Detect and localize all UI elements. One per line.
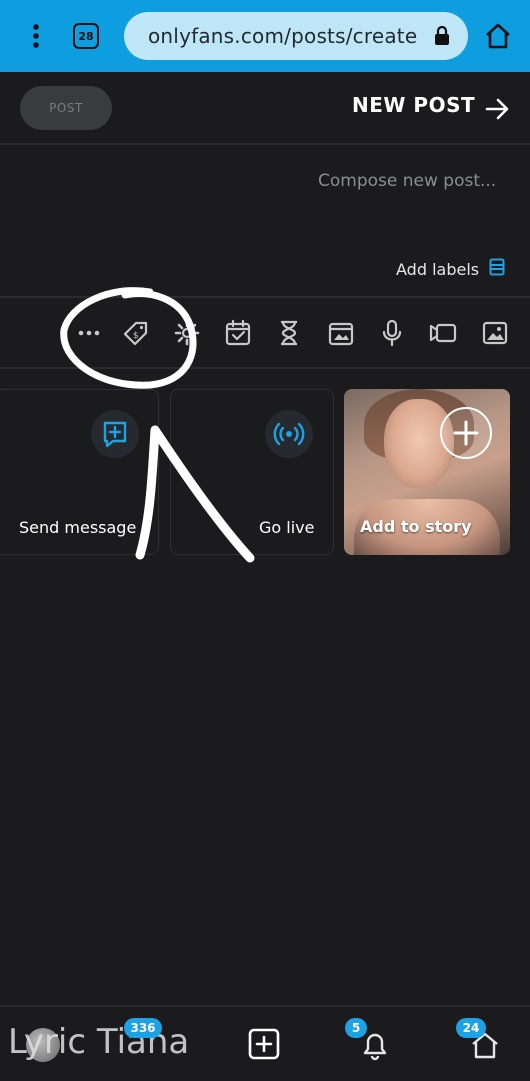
home-badge: 24 xyxy=(456,1018,486,1038)
send-message-card[interactable]: Send message xyxy=(0,389,159,555)
notifications-badge: 5 xyxy=(345,1018,367,1038)
add-to-story-label: Add to story xyxy=(360,517,472,536)
calendar-icon[interactable] xyxy=(223,318,253,348)
toolbar-top-divider xyxy=(0,296,530,298)
new-post-icon[interactable] xyxy=(246,1026,282,1062)
hourglass-icon[interactable] xyxy=(274,318,304,348)
gallery-icon[interactable] xyxy=(326,318,356,348)
tab-switcher-icon[interactable]: 28 xyxy=(73,23,99,49)
add-labels-button[interactable]: Add labels xyxy=(396,258,505,280)
microphone-icon[interactable] xyxy=(377,318,407,348)
more-icon[interactable] xyxy=(74,318,104,348)
page-title: NEW POST xyxy=(352,93,476,117)
header-divider xyxy=(0,143,530,145)
send-message-label: Send message xyxy=(19,518,137,537)
back-arrow-icon[interactable] xyxy=(484,96,510,122)
settings-icon[interactable] xyxy=(172,318,202,348)
user-name: Lyric Tiana xyxy=(8,1022,190,1062)
video-icon[interactable] xyxy=(428,318,458,348)
go-live-label: Go live xyxy=(259,518,315,537)
browser-menu-icon[interactable] xyxy=(30,22,42,50)
address-bar-url: onlyfans.com/posts/create xyxy=(148,24,418,48)
message-plus-icon xyxy=(91,410,139,458)
go-live-card[interactable]: Go live xyxy=(170,389,334,555)
live-broadcast-icon xyxy=(265,410,313,458)
browser-home-icon[interactable] xyxy=(482,20,514,52)
add-labels-label: Add labels xyxy=(396,259,480,279)
messages-badge: 336 xyxy=(124,1018,162,1038)
image-icon[interactable] xyxy=(480,318,510,348)
compose-placeholder: Compose new post... xyxy=(318,171,497,191)
lock-icon[interactable] xyxy=(434,25,450,46)
plus-icon[interactable] xyxy=(440,407,492,459)
toolbar-bottom-divider xyxy=(0,367,530,369)
price-tag-icon[interactable]: $ xyxy=(121,318,151,348)
svg-text:$: $ xyxy=(133,331,139,341)
labels-icon xyxy=(489,258,505,280)
post-button[interactable]: POST xyxy=(20,86,112,130)
add-to-story-card[interactable]: Add to story xyxy=(344,389,510,555)
